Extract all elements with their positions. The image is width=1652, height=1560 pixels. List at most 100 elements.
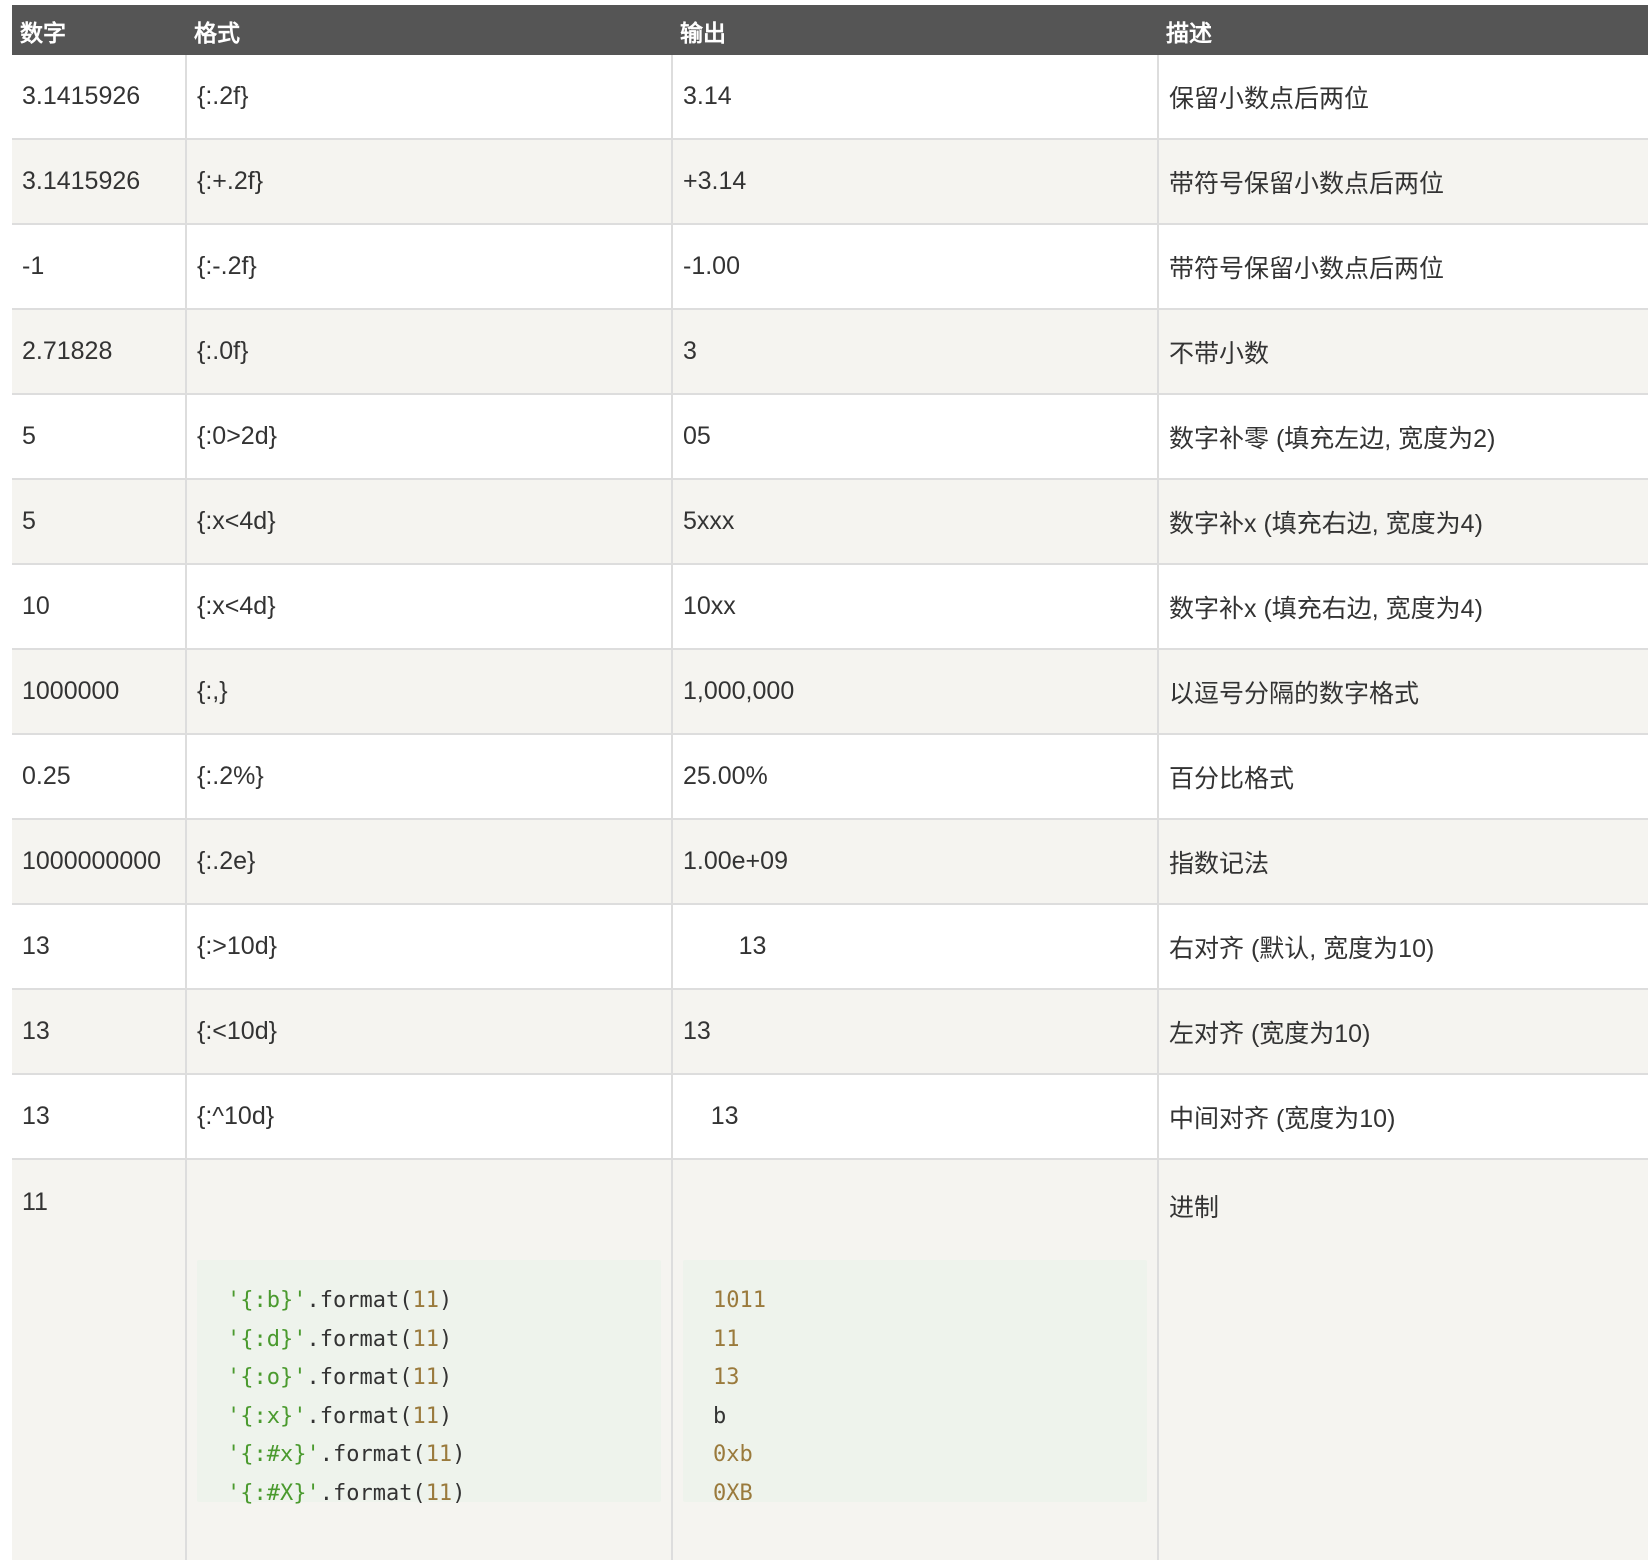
table-row-base-conversion: 11 '{:b}'.format(11) '{:d}'.format(11) '{:… — [12, 1159, 1648, 1560]
output-line: 0XB — [713, 1475, 1147, 1514]
code-number: 11 — [412, 1365, 439, 1390]
cell-output: -1.00 — [671, 224, 1158, 310]
output-line: b — [713, 1398, 1147, 1437]
table-header: 数字 格式 输出 描述 — [12, 5, 1648, 55]
cell-output: 05 — [671, 394, 1158, 480]
table-row: -1 {:-.2f} -1.00 带符号保留小数点后两位 — [12, 224, 1648, 310]
table-row: 2.71828 {:.0f} 3 不带小数 — [12, 309, 1648, 395]
header-output-label: 输出 — [680, 20, 726, 46]
cell-number: 2.71828 — [12, 309, 186, 395]
code-line: '{:b}'.format(11) — [227, 1282, 661, 1321]
code-number: 11 — [425, 1442, 453, 1467]
code-method: .format( — [306, 1403, 413, 1429]
output-line: 1011 — [713, 1282, 1147, 1321]
cell-description: 数字补x (填充右边, 宽度为4) — [1157, 479, 1648, 565]
cell-number: 5 — [12, 394, 186, 480]
cell-number: 13 — [12, 1074, 186, 1160]
cell-number: -1 — [12, 224, 186, 310]
code-number: 11 — [412, 1403, 439, 1429]
output-line: 11 — [713, 1321, 1147, 1360]
code-block-output: 1011 11 13 b 0xb 0XB — [683, 1260, 1147, 1506]
code-string: '{:x}' — [227, 1403, 307, 1429]
cell-description: 以逗号分隔的数字格式 — [1157, 649, 1648, 735]
header-format-label: 格式 — [194, 20, 240, 46]
cell-format: {:.2f} — [185, 55, 672, 140]
cell-number: 3.1415926 — [12, 139, 186, 225]
cell-description: 进制 — [1157, 1159, 1648, 1560]
code-number: 11 — [412, 1326, 439, 1352]
header-output: 输出 — [672, 5, 1158, 55]
code-paren: ) — [452, 1442, 466, 1467]
code-method: .format( — [306, 1288, 413, 1313]
cell-output-code: 1011 11 13 b 0xb 0XB — [671, 1159, 1158, 1560]
cell-description: 中间对齐 (宽度为10) — [1157, 1074, 1648, 1160]
cell-description: 左对齐 (宽度为10) — [1157, 989, 1648, 1075]
cell-number: 0.25 — [12, 734, 186, 820]
cell-format: {:.0f} — [185, 309, 672, 395]
cell-description: 右对齐 (默认, 宽度为10) — [1157, 904, 1648, 990]
table-row: 0.25 {:.2%} 25.00% 百分比格式 — [12, 734, 1648, 820]
cell-format: {:-.2f} — [185, 224, 672, 310]
cell-format: {:x<4d} — [185, 564, 672, 650]
table-row: 13 {:<10d} 13 左对齐 (宽度为10) — [12, 989, 1648, 1075]
cell-description: 百分比格式 — [1157, 734, 1648, 820]
output-value: b — [713, 1403, 727, 1429]
cell-number: 13 — [12, 904, 186, 990]
table-body: 3.1415926 {:.2f} 3.14 保留小数点后两位 3.1415926 {:+.… — [12, 55, 1648, 1560]
table-row: 1000000000 {:.2e} 1.00e+09 指数记法 — [12, 819, 1648, 905]
code-string: '{:#X}' — [227, 1480, 320, 1506]
cell-output: 5xxx — [671, 479, 1158, 565]
table-row: 3.1415926 {:+.2f} +3.14 带符号保留小数点后两位 — [12, 139, 1648, 225]
code-paren: ) — [452, 1480, 466, 1506]
cell-description: 不带小数 — [1157, 309, 1648, 395]
cell-format: {:x<4d} — [185, 479, 672, 565]
code-paren: ) — [438, 1326, 453, 1352]
cell-description: 保留小数点后两位 — [1157, 55, 1648, 140]
code-string: '{:b}' — [227, 1288, 307, 1313]
header-number: 数字 — [12, 5, 186, 55]
cell-output: 13 — [671, 1074, 1158, 1160]
cell-output: 25.00% — [671, 734, 1158, 820]
code-string: '{:o}' — [227, 1365, 307, 1390]
cell-format: {:0>2d} — [185, 394, 672, 480]
code-line: '{:x}'.format(11) — [227, 1398, 661, 1437]
code-method: .format( — [306, 1326, 413, 1352]
code-paren: ) — [438, 1403, 453, 1429]
cell-format: {:,} — [185, 649, 672, 735]
output-value: 1011 — [713, 1288, 766, 1313]
cell-number: 5 — [12, 479, 186, 565]
table-row: 10 {:x<4d} 10xx 数字补x (填充右边, 宽度为4) — [12, 564, 1648, 650]
output-value: 0xb — [713, 1442, 753, 1467]
cell-format: {:.2%} — [185, 734, 672, 820]
code-string: '{:#x}' — [227, 1442, 320, 1467]
cell-output: 10xx — [671, 564, 1158, 650]
code-block-format: '{:b}'.format(11) '{:d}'.format(11) '{:o}'… — [197, 1260, 661, 1506]
code-number: 11 — [425, 1480, 453, 1506]
cell-number: 1000000000 — [12, 819, 186, 905]
cell-output: 13 — [671, 904, 1158, 990]
cell-number: 3.1415926 — [12, 55, 186, 140]
code-line: '{:o}'.format(11) — [227, 1359, 661, 1398]
format-table-container: 数字 格式 输出 描述 3.1415926 {:.2f} 3.14 保留小数点后两位 3… — [12, 5, 1648, 1560]
cell-number: 1000000 — [12, 649, 186, 735]
code-string: '{:d}' — [227, 1326, 307, 1352]
cell-output: 1.00e+09 — [671, 819, 1158, 905]
cell-output: 3.14 — [671, 55, 1158, 140]
output-value: 13 — [713, 1365, 740, 1390]
table-row: 13 {:^10d} 13 中间对齐 (宽度为10) — [12, 1074, 1648, 1160]
cell-output: +3.14 — [671, 139, 1158, 225]
cell-format: {:>10d} — [185, 904, 672, 990]
cell-number: 10 — [12, 564, 186, 650]
header-format: 格式 — [186, 5, 672, 55]
cell-number: 11 — [12, 1159, 186, 1560]
cell-format: {:<10d} — [185, 989, 672, 1075]
cell-format-code: '{:b}'.format(11) '{:d}'.format(11) '{:o}'… — [185, 1159, 672, 1560]
output-value: 11 — [713, 1326, 740, 1352]
cell-description: 带符号保留小数点后两位 — [1157, 224, 1648, 310]
output-value: 0XB — [713, 1480, 753, 1506]
cell-format: {:.2e} — [185, 819, 672, 905]
cell-format: {:+.2f} — [185, 139, 672, 225]
cell-format: {:^10d} — [185, 1074, 672, 1160]
header-description-label: 描述 — [1166, 20, 1212, 46]
code-method: .format( — [306, 1365, 413, 1390]
